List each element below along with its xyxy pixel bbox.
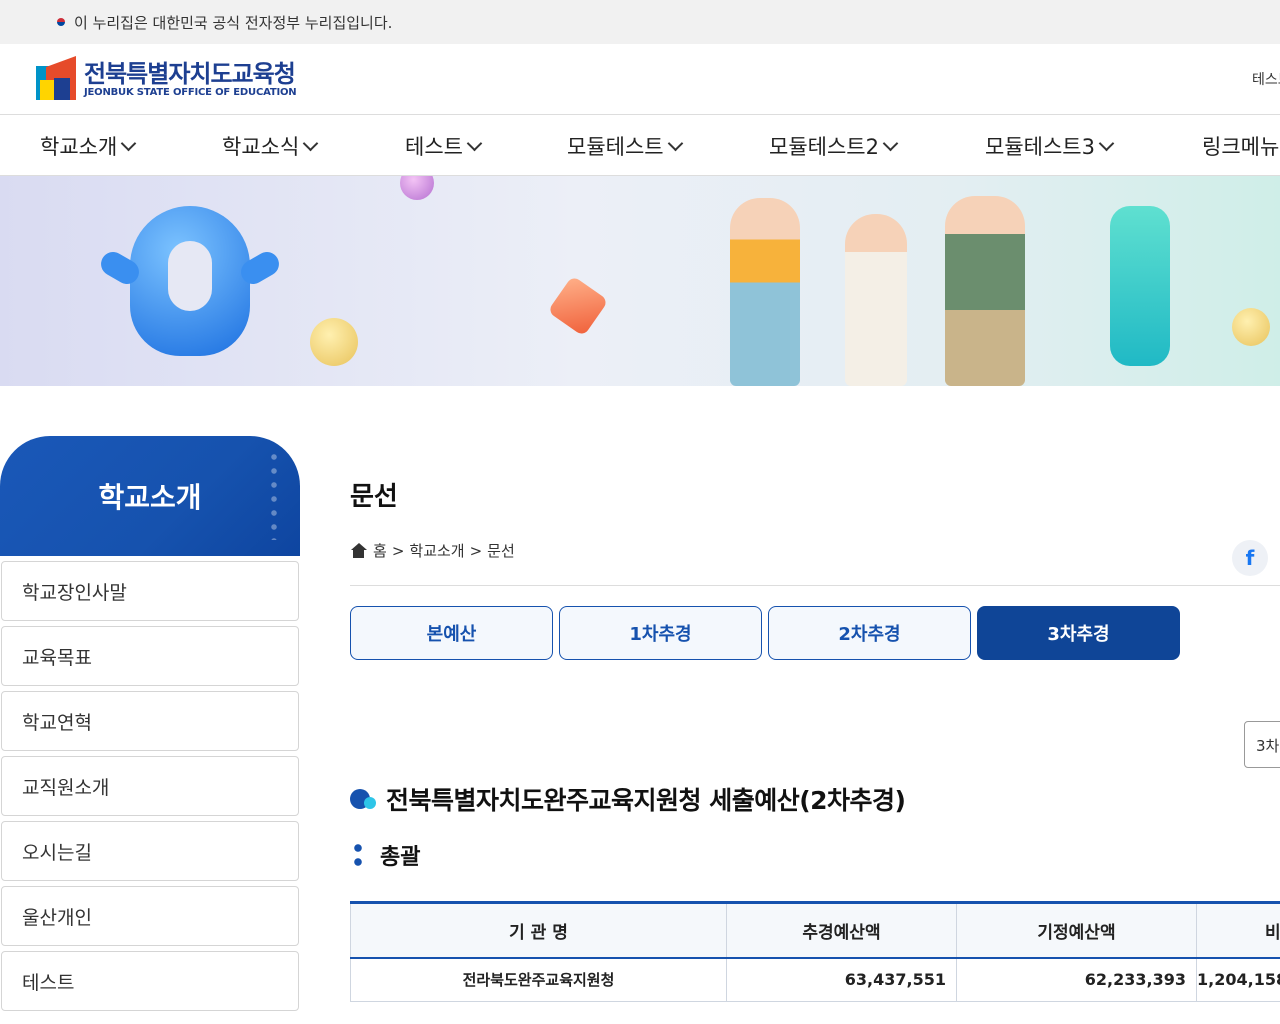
gnb-item-module-test-2[interactable]: 모듈테스트2	[769, 131, 899, 161]
table-cell: 62,233,393	[956, 957, 1197, 1002]
section-bullet-icon	[350, 787, 378, 811]
side-nav-item-ulsan[interactable]: 울산개인	[1, 886, 299, 946]
table-row: 전라북도완주교육지원청 63,437,551 62,233,393 1,204,…	[350, 957, 1280, 1002]
hero-visual-banner	[0, 176, 1280, 386]
mascot-zero-illustration	[96, 206, 284, 356]
gnb-item-school-intro[interactable]: 학교소개	[40, 131, 137, 161]
chevron-down-icon	[121, 135, 137, 151]
side-nav-item-staff[interactable]: 교직원소개	[1, 756, 299, 816]
column-header: 비교증감	[1196, 902, 1280, 959]
breadcrumb-current: 문선	[487, 542, 515, 560]
tab-main-budget[interactable]: 본예산	[350, 606, 553, 660]
side-nav-item-directions[interactable]: 오시는길	[1, 821, 299, 881]
gov-banner-text: 이 누리집은 대한민국 공식 전자정부 누리집입니다.	[74, 13, 393, 32]
gnb-item-module-test[interactable]: 모듈테스트	[567, 131, 683, 161]
logo-english-name: JEONBUK STATE OFFICE OF EDUCATION	[84, 86, 297, 98]
korea-flag-icon	[52, 16, 70, 28]
main-content: 문선 홈 > 학교소개 > 문선 f 본예산 1차추경 2차추경 3차추경 3차…	[350, 436, 1280, 1024]
header-util-link[interactable]: 테스트	[1252, 69, 1280, 89]
child-illustration	[845, 214, 907, 386]
home-icon[interactable]	[350, 543, 367, 558]
decor-ball	[400, 176, 434, 200]
tab-2nd-supplementary[interactable]: 2차추경	[768, 606, 971, 660]
chevron-down-icon	[466, 135, 483, 151]
side-navigation: 학교소개 학교장인사말 교육목표 학교연혁 교직원소개 오시는길 울산개인 테스…	[0, 436, 300, 1011]
decor-ball	[310, 318, 358, 366]
side-nav-item-history[interactable]: 학교연혁	[1, 691, 299, 751]
column-header: 기 관 명	[350, 902, 727, 959]
column-header: 기정예산액	[956, 902, 1197, 959]
table-cell: 63,437,551	[726, 957, 957, 1002]
logo-mark-icon	[36, 56, 78, 102]
divider	[350, 585, 1280, 586]
chevron-down-icon	[882, 135, 899, 151]
tab-3rd-supplementary[interactable]: 3차추경	[977, 606, 1180, 660]
colon-bullet-icon	[354, 844, 362, 866]
gnb-item-school-news[interactable]: 학교소식	[222, 131, 319, 161]
site-logo[interactable]: 전북특별자치도교육청 JEONBUK STATE OFFICE OF EDUCA…	[36, 56, 297, 102]
table-cell: 1,204,158	[1196, 957, 1280, 1002]
budget-tabs: 본예산 1차추경 2차추경 3차추경	[350, 606, 1180, 660]
tab-1st-supplementary[interactable]: 1차추경	[559, 606, 762, 660]
gnb-item-module-test-3[interactable]: 모듈테스트3	[985, 131, 1115, 161]
decor-triangle	[547, 275, 609, 337]
gnb-item-link-menu[interactable]: 링크메뉴	[1202, 131, 1279, 161]
chevron-down-icon	[303, 135, 319, 151]
page-title: 문선	[350, 482, 398, 512]
table-cell: 전라북도완주교육지원청	[350, 957, 727, 1002]
side-nav-item-greeting[interactable]: 학교장인사말	[1, 561, 299, 621]
budget-select[interactable]: 3차추경	[1244, 721, 1280, 768]
decor-ball	[1232, 308, 1270, 346]
column-header: 추경예산액	[726, 902, 957, 959]
side-nav-item-goals[interactable]: 교육목표	[1, 626, 299, 686]
breadcrumb: 홈 > 학교소개 > 문선	[350, 540, 515, 561]
budget-summary-table: 기 관 명 추경예산액 기정예산액 비교증감 전라북도완주교육지원청 63,43…	[350, 901, 1280, 1002]
side-nav-item-test[interactable]: 테스트	[1, 951, 299, 1011]
breadcrumb-level1[interactable]: 학교소개	[409, 540, 464, 561]
table-header-row: 기 관 명 추경예산액 기정예산액 비교증감	[350, 902, 1280, 959]
facebook-share-icon[interactable]: f	[1232, 540, 1268, 576]
chevron-down-icon	[1098, 135, 1115, 151]
child-illustration	[945, 196, 1025, 386]
logo-korean-name: 전북특별자치도교육청	[84, 59, 296, 88]
sub-title: 총괄	[350, 839, 420, 871]
site-header: 전북특별자치도교육청 JEONBUK STATE OFFICE OF EDUCA…	[0, 44, 1280, 115]
decor-dots	[268, 450, 280, 540]
section-title: 전북특별자치도완주교육지원청 세출예산(2차추경)	[350, 781, 906, 817]
mascot-one-illustration	[1110, 206, 1170, 366]
gnb-item-test[interactable]: 테스트	[405, 131, 483, 161]
gov-banner: 이 누리집은 대한민국 공식 전자정부 누리집입니다.	[0, 0, 1280, 44]
breadcrumb-home[interactable]: 홈	[373, 540, 387, 561]
child-illustration	[730, 198, 800, 386]
side-nav-title: 학교소개	[0, 436, 300, 556]
chevron-down-icon	[667, 135, 683, 151]
main-navigation: 학교소개 학교소식 테스트 모듈테스트 모듈테스트2 모듈테스트3 링크메뉴	[0, 115, 1280, 176]
